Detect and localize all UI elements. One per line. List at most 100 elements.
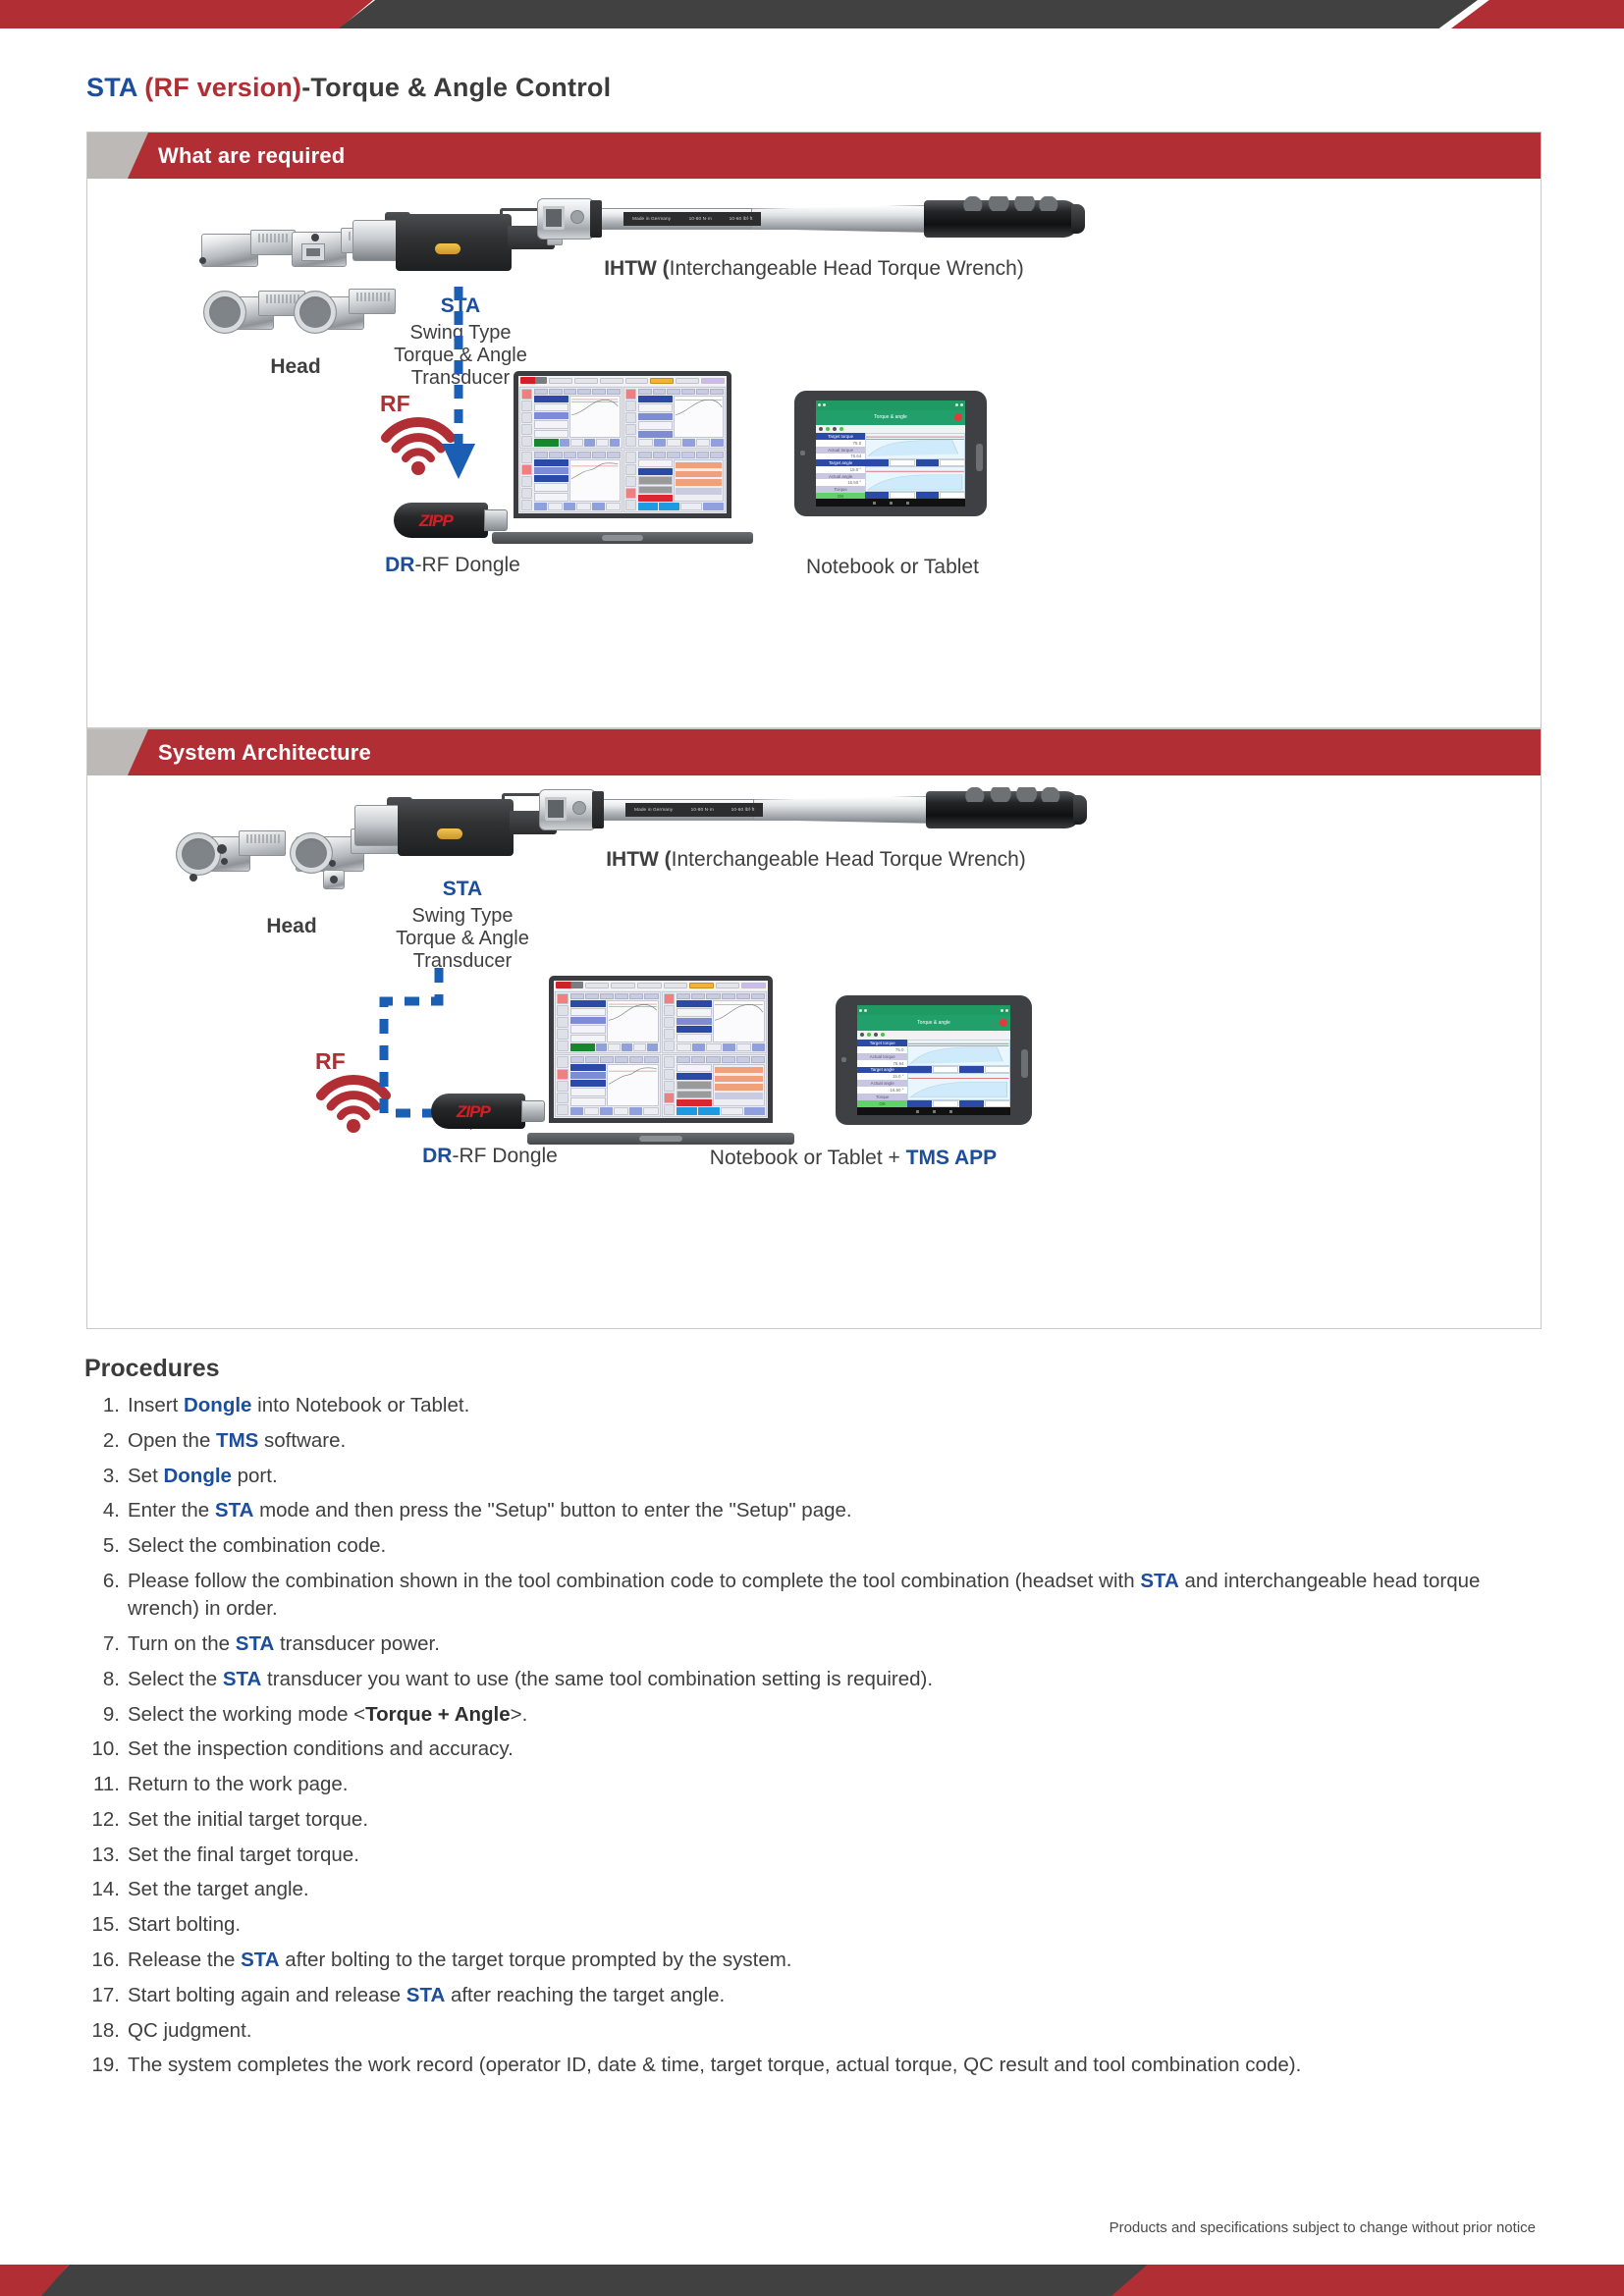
stop-button-icon[interactable]: [1000, 1018, 1007, 1027]
tms-tab-active[interactable]: [650, 377, 675, 384]
tablet-content: Target torque 75.0 Actual torque 76.64 T…: [857, 1039, 1010, 1108]
procedure-item: 1. Insert Dongle into Notebook or Tablet.: [84, 1392, 1538, 1419]
procedure-text: Set the initial target torque.: [128, 1807, 369, 1831]
readout-label: Actual torque: [857, 1052, 908, 1060]
procedure-text: Select the working mode <Torque + Angle>…: [128, 1702, 528, 1726]
tms-tab[interactable]: [701, 377, 726, 384]
tms-quadrant-grid: [518, 386, 727, 513]
wrench-plate-lbf: 10-60 lbf·ft: [729, 216, 753, 222]
procedure-number: 14.: [91, 1878, 121, 1901]
laptop-architecture: [527, 976, 794, 1145]
stop-button-icon[interactable]: [954, 413, 962, 422]
page-title: STA (RF version)-Torque & Angle Control: [86, 73, 611, 103]
dongle-label-prefix: DR: [385, 554, 415, 576]
readout-label: Actual torque: [816, 446, 866, 454]
dongle-label-required: DR-RF Dongle: [354, 554, 551, 578]
rf-arrow-required: [442, 287, 475, 479]
section-flag-shape: [87, 729, 148, 775]
section-system-architecture: System Architecture Head STA Swing Type …: [86, 728, 1542, 1329]
procedure-number: 9.: [102, 1702, 120, 1726]
wrench-plate-lbf: 10-60 lbf·ft: [731, 807, 755, 813]
device-label-architecture: Notebook or Tablet + TMS APP: [559, 1147, 1148, 1171]
tms-logo-icon: [520, 377, 548, 385]
procedure-text: Set the final target torque.: [128, 1842, 359, 1866]
procedure-item: 10. Set the inspection conditions and acc…: [84, 1735, 1538, 1763]
procedure-number: 18.: [91, 2018, 121, 2042]
procedure-item: 17. Start bolting again and release STA a…: [84, 1982, 1538, 2009]
tms-toolbar: [518, 376, 727, 386]
procedure-number: 2.: [102, 1428, 120, 1452]
head-icon-square-1: [197, 220, 299, 277]
torque-chart: [865, 433, 965, 459]
head-icon-ratchet-1: [174, 827, 292, 889]
tms-tab[interactable]: [599, 377, 623, 384]
tablet-required: Torque & angle Target torque 75.0 Actual: [794, 391, 987, 516]
readout-value: 16.50 °: [857, 1087, 908, 1095]
tms-tab[interactable]: [676, 377, 700, 384]
banner-dark: [339, 0, 1478, 28]
tablet-content: Target torque 75.0 Actual torque 76.64 T…: [816, 433, 965, 500]
dongle-label-rest: -RF Dongle: [452, 1145, 558, 1167]
procedure-number: 15.: [91, 1913, 121, 1937]
procedure-item: 9. Select the working mode <Torque + Angl…: [84, 1701, 1538, 1729]
tablet-side-button[interactable]: [1021, 1049, 1028, 1079]
chart-legend: [865, 458, 965, 466]
tablet-app-title: Torque & angle: [874, 414, 907, 421]
procedure-item: 15. Start bolting.: [84, 1911, 1538, 1939]
tms-software-mock: [518, 376, 727, 513]
procedure-text: Set Dongle port.: [128, 1464, 278, 1487]
readout-label: Torque: [857, 1094, 908, 1101]
tablet-side-button[interactable]: [976, 443, 983, 471]
section-header-architecture: System Architecture: [87, 729, 1541, 775]
laptop-trackpad-notch: [601, 535, 644, 541]
tablet-readout-column: Target torque 75.0 Actual torque 76.64 T…: [857, 1039, 908, 1108]
page-title-rest: -Torque & Angle Control: [301, 73, 612, 102]
section-body-architecture: Head STA Swing Type Torque & Angle Trans…: [87, 775, 1541, 1328]
readout-label: Target torque: [816, 433, 866, 441]
tablet-screen-required: Torque & angle Target torque 75.0 Actual: [816, 400, 965, 507]
procedure-text: Start bolting again and release STA afte…: [128, 1983, 726, 2006]
tablet-statusbar: [816, 400, 965, 410]
readout-value: 15.0 °: [857, 1073, 908, 1081]
tms-tab[interactable]: [584, 982, 610, 988]
tms-tab[interactable]: [573, 377, 598, 384]
torque-chart: [907, 1039, 1010, 1066]
procedure-text: Enter the STA mode and then press the "S…: [128, 1499, 852, 1522]
procedure-text: QC judgment.: [128, 2018, 252, 2042]
procedure-number: 5.: [102, 1534, 120, 1558]
procedure-number: 3.: [102, 1464, 120, 1487]
readout-label: Target torque: [857, 1039, 908, 1046]
tms-tab[interactable]: [549, 377, 572, 384]
procedure-text: Insert Dongle into Notebook or Tablet.: [128, 1394, 470, 1416]
section-flag-shape: [87, 133, 148, 179]
readout-value: 75.0: [857, 1045, 908, 1053]
procedure-item: 11. Return to the work page.: [84, 1771, 1538, 1798]
section-title-required: What are required: [158, 142, 346, 168]
procedure-text: Release the STA after bolting to the tar…: [128, 1949, 792, 1971]
laptop-required: [492, 371, 753, 544]
tms-quadrant: [555, 1054, 661, 1117]
readout-value: 75.0: [816, 440, 866, 447]
procedure-number: 19.: [91, 2054, 121, 2077]
tms-tab[interactable]: [611, 982, 635, 988]
wrench-plate-origin: Made in Germany: [634, 807, 674, 813]
procedure-number: 1.: [102, 1394, 120, 1416]
tms-quadrant: [555, 990, 661, 1054]
tablet-frame: Torque & angle Target torque 75.0 Actual: [794, 391, 987, 516]
footer-disclaimer: Products and specifications subject to c…: [1109, 2219, 1536, 2236]
tms-quadrant-grid: [554, 990, 768, 1118]
tms-tab[interactable]: [624, 377, 649, 384]
procedure-text: Set the inspection conditions and accura…: [128, 1737, 514, 1761]
footer-dark: [41, 2265, 1149, 2296]
tms-software-mock: [554, 981, 768, 1118]
procedure-item: 7. Turn on the STA transducer power.: [84, 1630, 1538, 1658]
tms-quadrant: [519, 386, 623, 450]
tms-tab[interactable]: [741, 982, 766, 988]
tms-tab[interactable]: [663, 982, 688, 988]
readout-value: 76.64: [857, 1059, 908, 1067]
tms-tab-active[interactable]: [689, 982, 714, 988]
tms-tab[interactable]: [715, 982, 740, 988]
tablet-charts: [865, 433, 965, 500]
wrench-plate-nm: 10-80 N·m: [690, 807, 714, 813]
tms-tab[interactable]: [637, 982, 662, 988]
